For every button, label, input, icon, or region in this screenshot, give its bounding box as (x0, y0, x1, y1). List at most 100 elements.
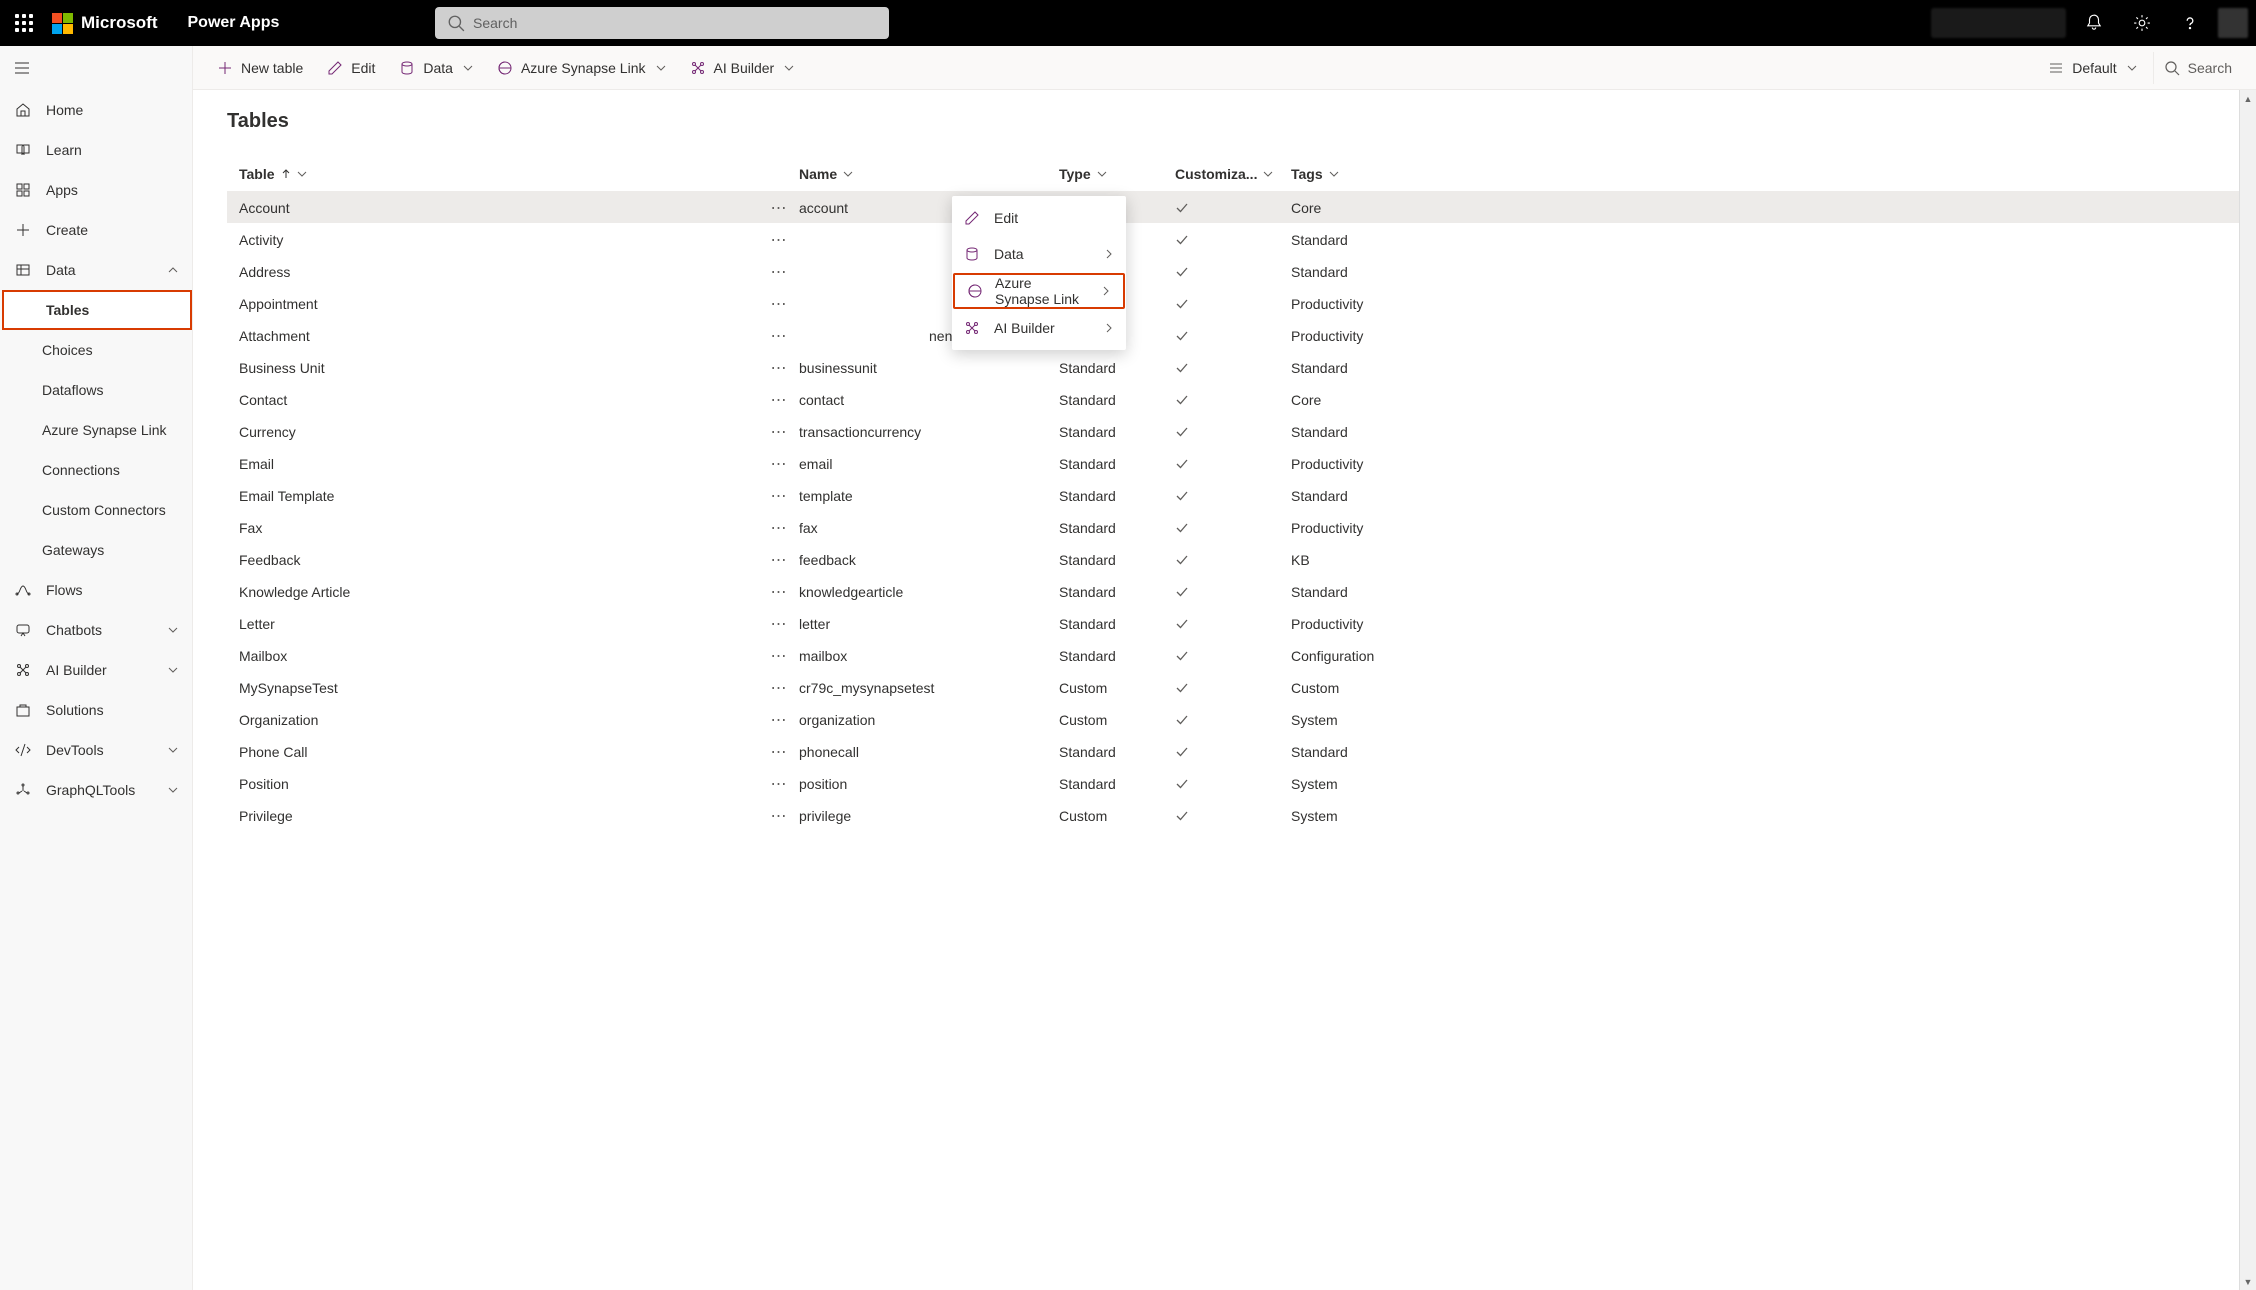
table-row[interactable]: Business Unit⋯businessunitStandardStanda… (227, 351, 2250, 383)
table-row[interactable]: Appointment⋯StandardProductivity (227, 287, 2250, 319)
sidebar-item-choices[interactable]: Choices (0, 330, 192, 370)
ctx-synapse[interactable]: Azure Synapse Link (953, 273, 1125, 309)
row-more-button[interactable]: ⋯ (759, 806, 799, 826)
nav-icon (14, 262, 32, 278)
table-row[interactable]: MySynapseTest⋯cr79c_mysynapsetestCustomC… (227, 671, 2250, 703)
sidebar-item-custom-connectors[interactable]: Custom Connectors (0, 490, 192, 530)
table-row[interactable]: Mailbox⋯mailboxStandardConfiguration (227, 639, 2250, 671)
ctx-edit[interactable]: Edit (952, 200, 1126, 236)
row-more-button[interactable]: ⋯ (759, 358, 799, 378)
sidebar-item-chatbots[interactable]: Chatbots (0, 610, 192, 650)
row-more-button[interactable]: ⋯ (759, 198, 799, 218)
global-search[interactable]: Search (435, 7, 889, 39)
ctx-ai-builder[interactable]: AI Builder (952, 310, 1126, 346)
cell-name: transactioncurrency (799, 424, 1059, 440)
sidebar-item-create[interactable]: Create (0, 210, 192, 250)
ctx-data[interactable]: Data (952, 236, 1126, 272)
waffle-icon (15, 14, 33, 32)
notifications-button[interactable] (2074, 3, 2114, 43)
row-more-button[interactable]: ⋯ (759, 486, 799, 506)
row-more-button[interactable]: ⋯ (759, 422, 799, 442)
sidebar-item-home[interactable]: Home (0, 90, 192, 130)
table-row[interactable]: Letter⋯letterStandardProductivity (227, 607, 2250, 639)
sidebar-item-azure-synapse-link[interactable]: Azure Synapse Link (0, 410, 192, 450)
table-row[interactable]: Currency⋯transactioncurrencyStandardStan… (227, 415, 2250, 447)
sidebar-item-ai-builder[interactable]: AI Builder (0, 650, 192, 690)
tables-grid: Table Name Type Customiza... (227, 157, 2250, 831)
row-more-button[interactable]: ⋯ (759, 518, 799, 538)
col-header-table[interactable]: Table (239, 166, 759, 182)
sidebar-item-tables[interactable]: Tables (2, 290, 192, 330)
sidebar-item-graphqltools[interactable]: GraphQLTools (0, 770, 192, 810)
table-search[interactable]: Search (2153, 52, 2242, 84)
nav-collapse-button[interactable] (0, 46, 192, 90)
row-more-button[interactable]: ⋯ (759, 454, 799, 474)
cell-custom (1175, 777, 1291, 791)
user-avatar[interactable] (2218, 8, 2248, 38)
chevron-down-icon (784, 60, 794, 76)
row-more-button[interactable]: ⋯ (759, 614, 799, 634)
ai-builder-button[interactable]: AI Builder (680, 52, 805, 84)
hamburger-icon (14, 60, 30, 76)
table-row[interactable]: Email Template⋯templateStandardStandard (227, 479, 2250, 511)
environment-picker[interactable] (1931, 8, 2066, 38)
table-row[interactable]: Privilege⋯privilegeCustomSystem (227, 799, 2250, 831)
sidebar-item-solutions[interactable]: Solutions (0, 690, 192, 730)
table-row[interactable]: Fax⋯faxStandardProductivity (227, 511, 2250, 543)
row-more-button[interactable]: ⋯ (759, 390, 799, 410)
sidebar-item-devtools[interactable]: DevTools (0, 730, 192, 770)
cell-tags: Productivity (1291, 296, 1431, 312)
cell-custom (1175, 201, 1291, 215)
data-button[interactable]: Data (389, 52, 483, 84)
sidebar-item-gateways[interactable]: Gateways (0, 530, 192, 570)
row-more-button[interactable]: ⋯ (759, 294, 799, 314)
pencil-icon (327, 60, 343, 76)
vertical-scrollbar[interactable]: ▲ ▼ (2239, 90, 2256, 1290)
table-row[interactable]: Phone Call⋯phonecallStandardStandard (227, 735, 2250, 767)
sidebar-item-data[interactable]: Data (0, 250, 192, 290)
table-row[interactable]: Contact⋯contactStandardCore (227, 383, 2250, 415)
row-more-button[interactable]: ⋯ (759, 646, 799, 666)
help-button[interactable] (2170, 3, 2210, 43)
chevron-down-icon (168, 782, 178, 798)
row-more-button[interactable]: ⋯ (759, 230, 799, 250)
row-more-button[interactable]: ⋯ (759, 550, 799, 570)
table-row[interactable]: Email⋯emailStandardProductivity (227, 447, 2250, 479)
view-selector[interactable]: Default (2038, 52, 2146, 84)
sidebar-item-learn[interactable]: Learn (0, 130, 192, 170)
table-row[interactable]: Feedback⋯feedbackStandardKB (227, 543, 2250, 575)
row-more-button[interactable]: ⋯ (759, 742, 799, 762)
row-more-button[interactable]: ⋯ (759, 582, 799, 602)
row-more-button[interactable]: ⋯ (759, 678, 799, 698)
table-row[interactable]: Address⋯StandardStandard (227, 255, 2250, 287)
col-header-name[interactable]: Name (799, 166, 1059, 182)
cell-type: Standard (1059, 584, 1175, 600)
row-more-button[interactable]: ⋯ (759, 774, 799, 794)
col-header-custom[interactable]: Customiza... (1175, 166, 1291, 182)
synapse-button[interactable]: Azure Synapse Link (487, 52, 676, 84)
database-icon (399, 60, 415, 76)
sidebar-item-apps[interactable]: Apps (0, 170, 192, 210)
table-row[interactable]: Account⋯accountStandardCore (227, 191, 2250, 223)
col-header-tags[interactable]: Tags (1291, 166, 1431, 182)
cell-name: cr79c_mysynapsetest (799, 680, 1059, 696)
cell-tags: Configuration (1291, 648, 1431, 664)
row-more-button[interactable]: ⋯ (759, 710, 799, 730)
sidebar-item-connections[interactable]: Connections (0, 450, 192, 490)
table-row[interactable]: Organization⋯organizationCustomSystem (227, 703, 2250, 735)
sidebar-item-flows[interactable]: Flows (0, 570, 192, 610)
sidebar-item-dataflows[interactable]: Dataflows (0, 370, 192, 410)
row-more-button[interactable]: ⋯ (759, 262, 799, 282)
row-more-button[interactable]: ⋯ (759, 326, 799, 346)
table-row[interactable]: Attachment⋯nentStandardProductivity (227, 319, 2250, 351)
settings-button[interactable] (2122, 3, 2162, 43)
cell-name: mailbox (799, 648, 1059, 664)
new-table-button[interactable]: New table (207, 52, 313, 84)
app-launcher-button[interactable] (8, 7, 40, 39)
col-header-type[interactable]: Type (1059, 166, 1175, 182)
edit-button[interactable]: Edit (317, 52, 385, 84)
cell-table: Letter (239, 616, 759, 632)
table-row[interactable]: Activity⋯CustomStandard (227, 223, 2250, 255)
table-row[interactable]: Knowledge Article⋯knowledgearticleStanda… (227, 575, 2250, 607)
table-row[interactable]: Position⋯positionStandardSystem (227, 767, 2250, 799)
